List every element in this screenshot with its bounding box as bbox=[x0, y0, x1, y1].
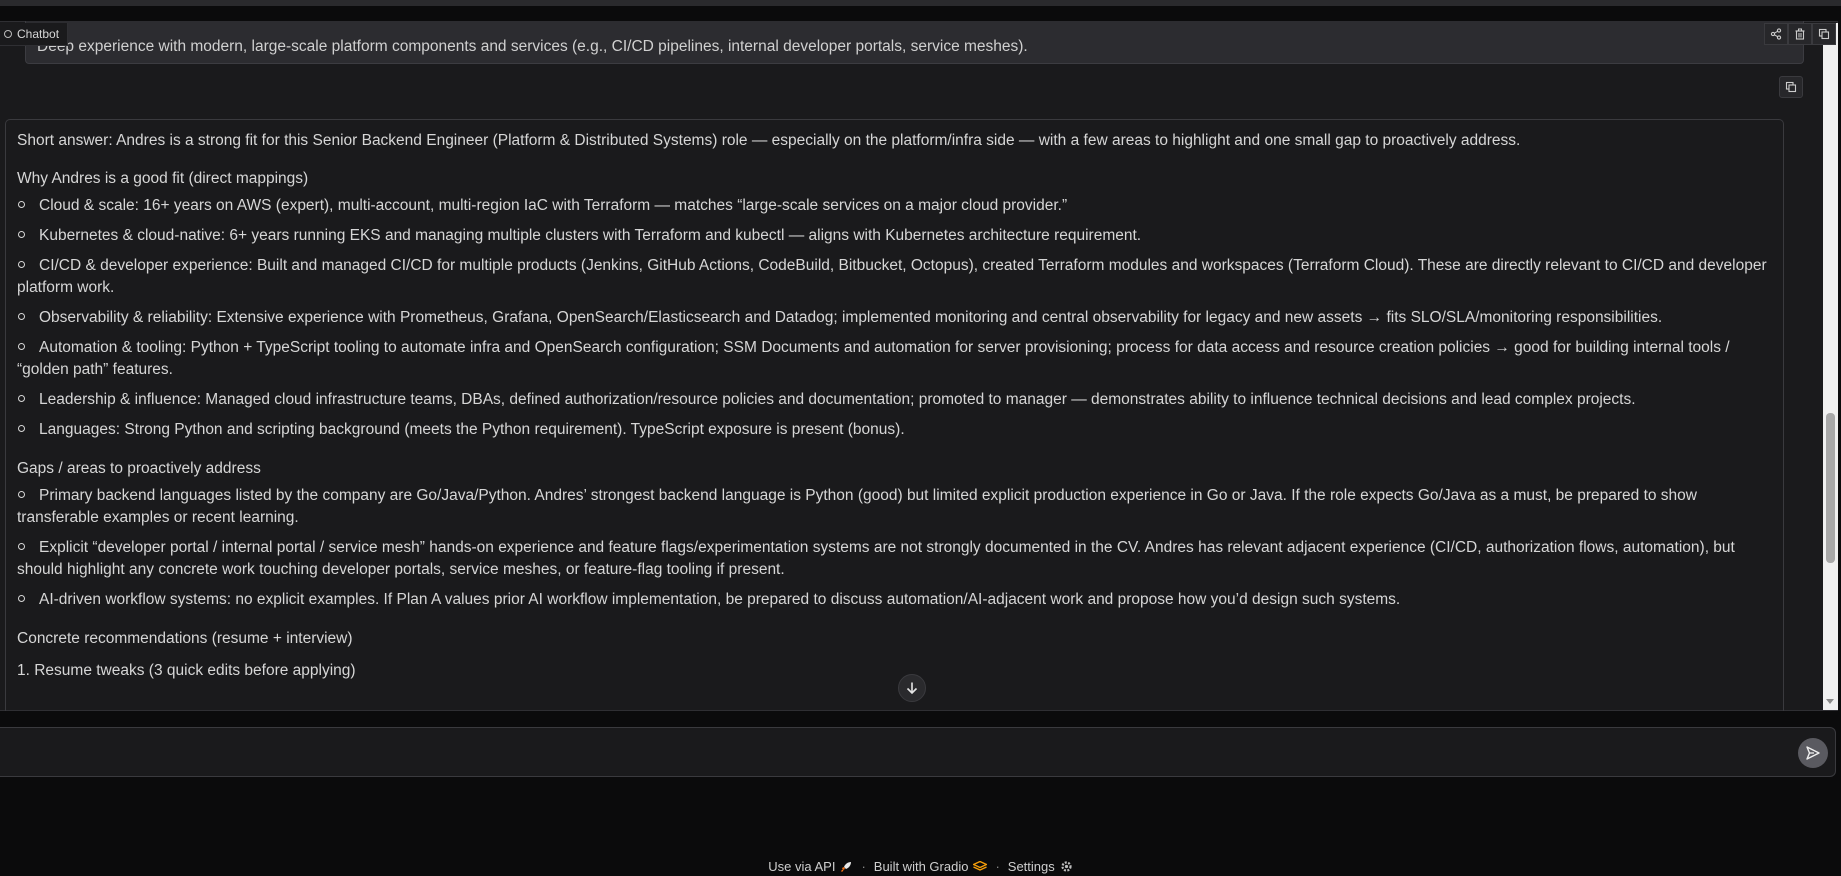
copy-all-button[interactable] bbox=[1812, 23, 1836, 45]
list-item-text: Automation & tooling: Python + TypeScrip… bbox=[17, 339, 1730, 378]
bot-intro: Short answer: Andres is a strong fit for… bbox=[17, 132, 1521, 149]
message-input[interactable] bbox=[12, 738, 1776, 768]
bullet-icon bbox=[18, 343, 25, 350]
list-item: Observability & reliability: Extensive e… bbox=[17, 307, 1773, 329]
footer: Use via API · Built with Gradio · Settin… bbox=[0, 859, 1841, 874]
bullet-icon bbox=[18, 491, 25, 498]
list-item-text: Kubernetes & cloud-native: 6+ years runn… bbox=[39, 227, 1142, 244]
gear-icon bbox=[1061, 861, 1072, 872]
gaps-heading: Gaps / areas to proactively address bbox=[17, 460, 261, 477]
list-item-text: Cloud & scale: 16+ years on AWS (expert)… bbox=[39, 197, 1068, 214]
share-button[interactable] bbox=[1764, 23, 1788, 45]
copy-icon bbox=[1785, 81, 1797, 93]
list-item-text: Leadership & influence: Managed cloud in… bbox=[39, 391, 1636, 408]
chatbot-label-text: Chatbot bbox=[17, 27, 60, 41]
list-item: Kubernetes & cloud-native: 6+ years runn… bbox=[17, 225, 1773, 247]
list-item-text: Languages: Strong Python and scripting b… bbox=[39, 421, 905, 438]
clear-button[interactable] bbox=[1788, 23, 1812, 45]
list-item: Leadership & influence: Managed cloud in… bbox=[17, 389, 1773, 411]
list-item: Cloud & scale: 16+ years on AWS (expert)… bbox=[17, 195, 1773, 217]
list-item: Automation & tooling: Python + TypeScrip… bbox=[17, 337, 1773, 381]
scroll-to-bottom-button[interactable] bbox=[898, 674, 926, 702]
built-with-gradio-label: Built with Gradio bbox=[873, 859, 969, 874]
bullet-icon bbox=[18, 231, 25, 238]
list-item: CI/CD & developer experience: Built and … bbox=[17, 255, 1773, 299]
list-item-text: CI/CD & developer experience: Built and … bbox=[17, 257, 1767, 296]
list-item-text: Observability & reliability: Extensive e… bbox=[39, 309, 1663, 326]
use-via-api-label: Use via API bbox=[768, 859, 836, 874]
list-item: 1. Resume tweaks (3 quick edits before a… bbox=[17, 662, 356, 679]
fit-heading: Why Andres is a good fit (direct mapping… bbox=[17, 170, 309, 187]
scroll-down-arrow-icon[interactable] bbox=[1826, 699, 1834, 704]
bullet-icon bbox=[18, 261, 25, 268]
recs-heading: Concrete recommendations (resume + inter… bbox=[17, 630, 353, 647]
list-item: Primary backend languages listed by the … bbox=[17, 485, 1773, 529]
chatbot-label: Chatbot bbox=[0, 23, 69, 46]
bullet-icon bbox=[18, 425, 25, 432]
message-input-container bbox=[0, 727, 1836, 777]
chat-scrollbar[interactable] bbox=[1823, 23, 1838, 710]
send-icon bbox=[1806, 746, 1820, 760]
footer-separator: · bbox=[995, 859, 1000, 874]
send-button[interactable] bbox=[1798, 738, 1828, 768]
share-icon bbox=[1770, 28, 1782, 40]
gradio-logo-icon bbox=[973, 860, 988, 871]
copy-icon bbox=[1818, 28, 1830, 40]
bullet-icon bbox=[18, 201, 25, 208]
list-item: Languages: Strong Python and scripting b… bbox=[17, 419, 1773, 441]
settings-label: Settings bbox=[1007, 859, 1055, 874]
list-item-text: AI-driven workflow systems: no explicit … bbox=[39, 591, 1401, 608]
user-message-text: Deep experience with modern, large-scale… bbox=[37, 38, 1028, 55]
scrollbar-thumb[interactable] bbox=[1826, 413, 1835, 563]
bullet-icon bbox=[18, 543, 25, 550]
window-top-bar bbox=[0, 0, 1841, 6]
user-message: Deep experience with modern, large-scale… bbox=[25, 21, 1804, 64]
bullet-icon bbox=[18, 395, 25, 402]
arrow-down-icon bbox=[906, 682, 918, 695]
list-item: Explicit “developer portal / internal po… bbox=[17, 537, 1773, 581]
footer-separator: · bbox=[861, 859, 866, 874]
chat-bubble-icon bbox=[4, 30, 12, 38]
bot-message: Short answer: Andres is a strong fit for… bbox=[5, 119, 1784, 711]
bullet-icon bbox=[18, 595, 25, 602]
chatbot-actions bbox=[1764, 23, 1836, 45]
list-item-text: Explicit “developer portal / internal po… bbox=[17, 539, 1735, 578]
settings-link[interactable]: Settings bbox=[1008, 859, 1073, 874]
rocket-icon bbox=[841, 862, 852, 872]
built-with-gradio-link[interactable]: Built with Gradio bbox=[874, 859, 988, 874]
list-item-text: Primary backend languages listed by the … bbox=[17, 487, 1697, 526]
list-item: AI-driven workflow systems: no explicit … bbox=[17, 589, 1773, 611]
copy-message-button[interactable] bbox=[1779, 76, 1803, 98]
bullet-icon bbox=[18, 313, 25, 320]
use-via-api-link[interactable]: Use via API bbox=[768, 859, 853, 874]
trash-icon bbox=[1795, 28, 1805, 40]
